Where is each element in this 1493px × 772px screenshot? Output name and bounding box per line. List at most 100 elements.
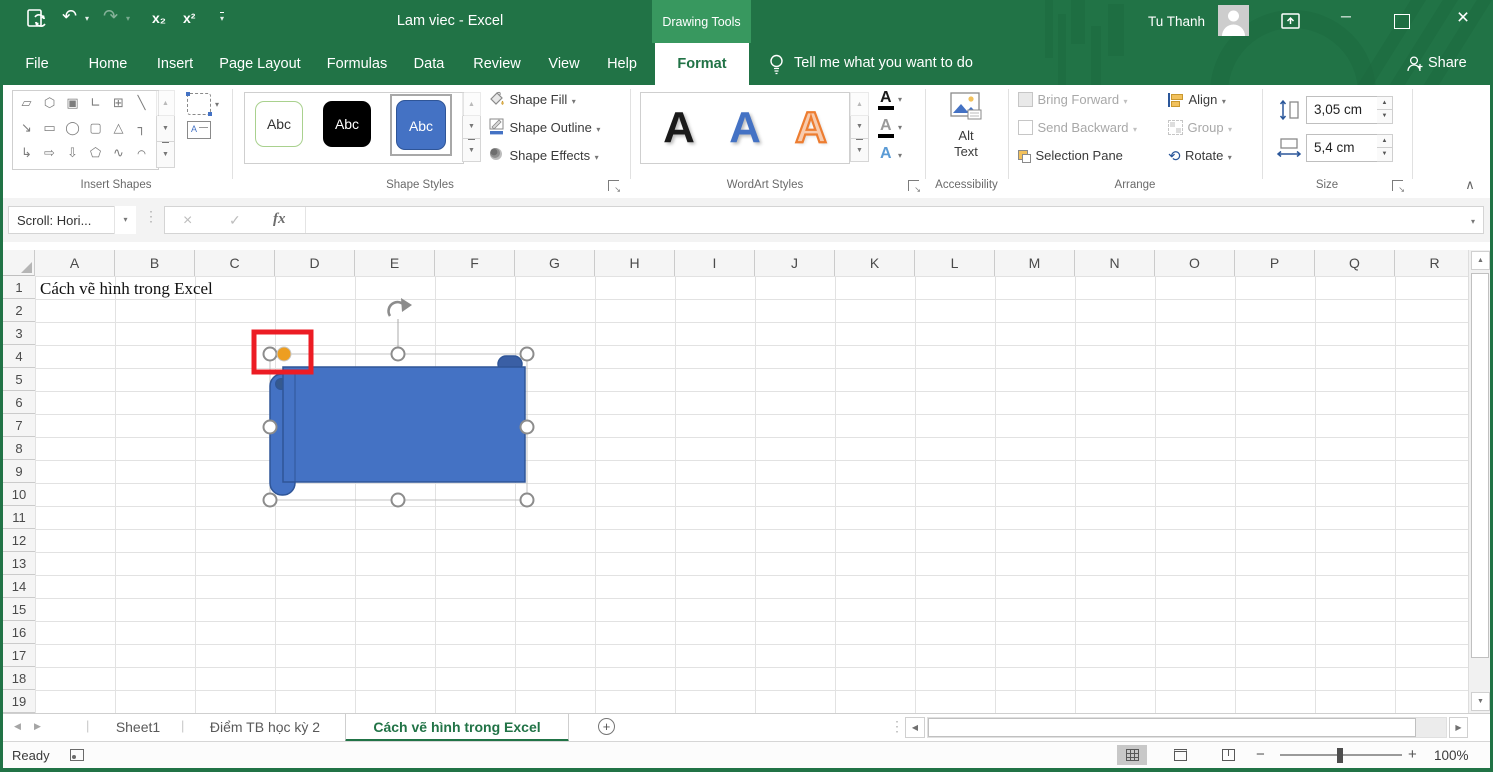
hexagon-shape-icon[interactable]: ⬡ [38,91,61,116]
row-header[interactable]: 5 [3,368,35,391]
qat-customize-button[interactable]: ▾ [220,12,225,23]
horizontal-scroll-thumb[interactable] [928,718,1416,737]
share-button[interactable]: Share [1428,55,1467,71]
gallery-scroll-up[interactable]: ▲ [156,90,175,116]
ribbon-display-options-icon[interactable] [1281,13,1300,34]
maximize-button[interactable] [1394,14,1410,29]
view-normal-button[interactable] [1117,745,1147,765]
adjustment-handle-orange[interactable] [276,346,292,362]
cancel-button[interactable]: × [183,212,192,230]
text-outline-button[interactable]: A ▾ [878,117,912,141]
text-effects-button[interactable]: A ▾ [878,145,912,169]
row-header[interactable]: 2 [3,299,35,322]
send-backward-button[interactable]: Send Backward ▾ [1018,118,1137,140]
alt-text-button[interactable]: Alt Text [932,91,1000,160]
shape-height-stepper[interactable]: ▲ ▼ [1377,96,1393,124]
wordart-dialog-launcher[interactable]: ↘ [908,180,921,194]
subscript-button[interactable]: x₂ [152,10,166,26]
zoom-out-button[interactable]: − [1256,746,1265,763]
view-page-layout-button[interactable] [1165,745,1195,765]
close-button[interactable]: × [1449,6,1477,30]
column-header[interactable]: R [1395,250,1468,276]
new-sheet-button[interactable]: + [598,718,615,735]
row-header[interactable]: 16 [3,621,35,644]
row-header[interactable]: 4 [3,345,35,368]
oval-shape-icon[interactable]: ◯ [61,116,84,141]
hscroll-left-button[interactable]: ◀ [905,717,925,738]
row-header[interactable]: 17 [3,644,35,667]
tab-data[interactable]: Data [402,43,456,85]
size-dialog-launcher[interactable]: ↘ [1392,180,1405,194]
zoom-in-button[interactable]: + [1408,746,1417,763]
collapse-ribbon-button[interactable]: ∧ [1458,177,1482,193]
macro-record-icon[interactable] [70,749,84,761]
tell-me-box[interactable]: Tell me what you want to do [794,55,973,71]
column-header[interactable]: G [515,250,595,276]
scroll-down-button[interactable]: ▼ [1471,692,1490,711]
user-name[interactable]: Tu Thanh [1130,14,1205,29]
down-arrow-shape-icon[interactable]: ⇩ [61,141,84,166]
column-header[interactable]: Q [1315,250,1395,276]
column-header[interactable]: L [915,250,995,276]
tab-formulas[interactable]: Formulas [318,43,396,85]
column-header[interactable]: P [1235,250,1315,276]
row-header[interactable]: 7 [3,414,35,437]
align-button[interactable]: Align ▾ [1168,90,1226,112]
wordart-style-blue[interactable]: A [712,93,778,163]
freeform-shape-icon[interactable]: ⬠ [84,141,107,166]
group-button[interactable]: Group ▾ [1168,118,1232,140]
tab-help[interactable]: Help [596,43,648,85]
wordart-more-button[interactable]: ▼ [850,139,869,162]
row-header[interactable]: 13 [3,552,35,575]
scroll-up-button[interactable]: ▲ [1471,251,1490,270]
cell-a1-text[interactable]: Cách vẽ hình trong Excel [40,279,213,299]
wordart-style-black[interactable]: A [646,93,712,163]
zoom-level[interactable]: 100% [1434,748,1469,763]
sheet-tab-active[interactable]: Cách vẽ hình trong Excel [345,714,569,742]
column-header[interactable]: K [835,250,915,276]
text-fill-button[interactable]: A ▾ [878,89,912,113]
formula-bar-expand[interactable]: ▾ [1471,217,1475,226]
right-arrow-shape-icon[interactable]: ⇨ [38,141,61,166]
gallery-more-button[interactable]: ▼ [156,142,175,168]
redo-button[interactable]: ↷ [103,7,118,25]
insert-function-button[interactable]: fx [273,211,286,228]
textbox-shape-icon[interactable]: ⊞ [107,91,130,116]
rounded-rectangle-shape-icon[interactable]: ▢ [84,116,107,141]
shape-fill-button[interactable]: Shape Fill ▾ [488,90,576,112]
arc-shape-icon[interactable]: ⌒ [130,141,153,166]
shape-style-preview-2[interactable]: Abc [323,101,371,147]
shape-styles-scroll-down[interactable]: ▼ [462,116,481,139]
shape-style-preview-3-selected[interactable]: Abc [396,100,446,150]
avatar[interactable] [1218,5,1249,36]
zoom-slider-handle[interactable] [1337,748,1343,763]
tabbar-grip[interactable]: ⋮ [890,718,904,735]
row-header[interactable]: 12 [3,529,35,552]
hscroll-right-button[interactable]: ▶ [1449,717,1468,738]
tab-view[interactable]: View [538,43,590,85]
column-header[interactable]: J [755,250,835,276]
row-header[interactable]: 9 [3,460,35,483]
shape-width-stepper[interactable]: ▲ ▼ [1377,134,1393,162]
row-header[interactable]: 1 [3,276,35,299]
save-sync-icon[interactable] [26,8,48,35]
name-box-dropdown[interactable]: ▾ [114,206,136,234]
select-all-corner[interactable] [3,250,35,276]
row-header[interactable]: 11 [3,506,35,529]
arrow-shape-icon[interactable]: ↘ [15,116,38,141]
enter-button[interactable]: ✓ [229,212,241,229]
corner-shape-icon[interactable]: ∟ [84,91,107,116]
shape-height-field[interactable]: 3,05 cm [1306,96,1378,124]
shape-width-field[interactable]: 5,4 cm [1306,134,1378,162]
wordart-scroll-up[interactable]: ▲ [850,92,869,116]
selection-pane-button[interactable]: Selection Pane [1018,146,1123,168]
undo-button[interactable]: ↶ [62,7,77,25]
row-header[interactable]: 8 [3,437,35,460]
shape-effects-button[interactable]: Shape Effects ▾ [488,146,599,168]
rotation-handle[interactable] [387,298,412,317]
bevel-shape-icon[interactable]: ▣ [61,91,84,116]
scroll-shape-icon[interactable]: ▱ [15,91,38,116]
shape-styles-more-button[interactable]: ▼ [462,139,481,162]
redo-dropdown[interactable]: ▾ [126,14,130,23]
column-header[interactable]: E [355,250,435,276]
